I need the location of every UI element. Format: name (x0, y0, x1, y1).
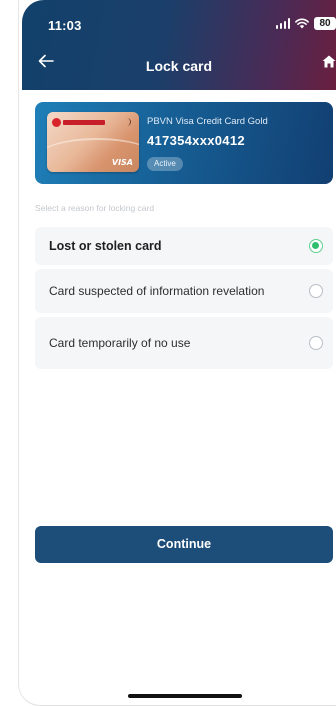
bank-logo-icon (52, 118, 61, 127)
reason-option-temporarily-no-use[interactable]: Card temporarily of no use (35, 317, 333, 369)
card-name: PBVN Visa Credit Card Gold (147, 116, 268, 127)
radio-checked-icon[interactable] (309, 239, 323, 253)
reason-label: Card suspected of information revelation (49, 284, 265, 298)
continue-button[interactable]: Continue (35, 526, 333, 563)
card-status-badge: Active (147, 157, 183, 171)
visa-logo: VISA (111, 158, 133, 167)
status-icons: 80 (275, 17, 336, 30)
home-indicator[interactable] (128, 694, 242, 698)
card-summary: VISA PBVN Visa Credit Card Gold 417354xx… (35, 102, 333, 184)
radio-unchecked-icon[interactable] (309, 336, 323, 350)
reason-section-label: Select a reason for locking card (35, 203, 155, 213)
bank-name-strip (63, 120, 105, 125)
page-title: Lock card (145, 58, 213, 74)
reason-label: Lost or stolen card (49, 239, 162, 253)
app-header: 11:03 80 Lock card (22, 0, 336, 90)
contactless-icon (124, 118, 131, 126)
card-number: 417354xxx0412 (147, 133, 245, 148)
card-image: VISA (47, 112, 139, 172)
battery-icon: 80 (314, 17, 336, 30)
reason-option-lost-or-stolen[interactable]: Lost or stolen card (35, 227, 333, 265)
signal-icon (275, 18, 290, 29)
status-time: 11:03 (48, 18, 82, 33)
wifi-icon (295, 18, 309, 29)
reason-option-info-revelation[interactable]: Card suspected of information revelation (35, 269, 333, 313)
reason-label: Card temporarily of no use (49, 336, 191, 350)
radio-unchecked-icon[interactable] (309, 284, 323, 298)
phone-screen: 11:03 80 Lock card VISA PBVN Visa Credit… (0, 0, 336, 706)
reason-list: Lost or stolen card Card suspected of in… (35, 227, 333, 373)
home-icon[interactable] (322, 55, 336, 68)
